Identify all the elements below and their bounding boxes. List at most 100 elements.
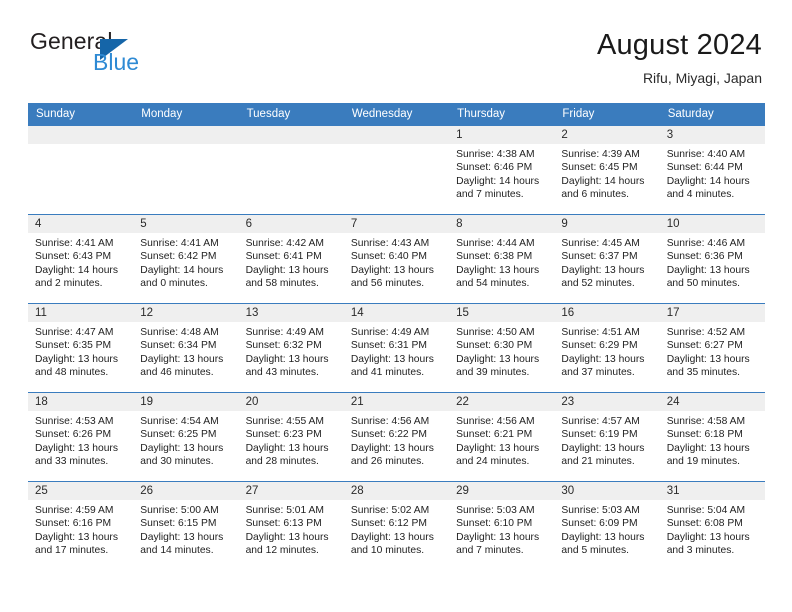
calendar-day-cell[interactable]: 3 Sunrise: 4:40 AM Sunset: 6:44 PM Daylight…	[659, 125, 765, 215]
day-number	[343, 126, 450, 144]
calendar-day-cell[interactable]: 14 Sunrise: 4:49 AM Sunset: 6:31 PM Dayligh…	[343, 303, 450, 393]
day-number: 16	[554, 304, 660, 322]
day-number: 23	[554, 393, 660, 411]
general-blue-logo[interactable]: General Blue	[30, 28, 210, 84]
day-detail-daylight-2: and 2 minutes.	[35, 278, 103, 290]
calendar-day-cell[interactable]: 20 Sunrise: 4:55 AM Sunset: 6:23 PM Dayligh…	[238, 392, 344, 482]
calendar-day-cell[interactable]: 29 Sunrise: 5:03 AM Sunset: 6:10 PM Dayligh…	[449, 481, 555, 571]
day-detail-daylight-1: Daylight: 13 hours	[666, 353, 750, 365]
calendar-day-cell[interactable]: 15 Sunrise: 4:50 AM Sunset: 6:30 PM Dayligh…	[449, 303, 555, 393]
day-details: Sunrise: 5:01 AM Sunset: 6:13 PM Daylight:…	[239, 500, 344, 558]
calendar-day-cell[interactable]: 5 Sunrise: 4:41 AM Sunset: 6:42 PM Daylight…	[133, 214, 239, 304]
day-detail-sunset: Sunset: 6:23 PM	[245, 429, 322, 441]
weekday-header-tuesday: Tuesday	[238, 103, 344, 126]
day-detail-sunset: Sunset: 6:40 PM	[350, 251, 427, 263]
day-detail-sunset: Sunset: 6:34 PM	[140, 340, 217, 352]
calendar-day-cell[interactable]: 8 Sunrise: 4:44 AM Sunset: 6:38 PM Daylight…	[449, 214, 555, 304]
day-detail-daylight-1: Daylight: 13 hours	[666, 264, 750, 276]
day-details: Sunrise: 4:58 AM Sunset: 6:18 PM Daylight:…	[660, 411, 765, 469]
day-detail-daylight-2: and 10 minutes.	[350, 545, 425, 557]
calendar-day-cell[interactable]: 25 Sunrise: 4:59 AM Sunset: 6:16 PM Dayligh…	[28, 481, 134, 571]
calendar-day-cell[interactable]: 10 Sunrise: 4:46 AM Sunset: 6:36 PM Dayligh…	[659, 214, 765, 304]
calendar-day-cell[interactable]: 17 Sunrise: 4:52 AM Sunset: 6:27 PM Dayligh…	[659, 303, 765, 393]
calendar-day-cell[interactable]: 2 Sunrise: 4:39 AM Sunset: 6:45 PM Daylight…	[554, 125, 660, 215]
calendar-week-row: 18 Sunrise: 4:53 AM Sunset: 6:26 PM Dayligh…	[28, 392, 765, 482]
day-detail-sunrise: Sunrise: 5:04 AM	[666, 505, 746, 516]
day-detail-daylight-1: Daylight: 13 hours	[456, 442, 540, 454]
day-detail-daylight-1: Daylight: 14 hours	[35, 264, 118, 276]
day-detail-daylight-2: and 12 minutes.	[245, 545, 319, 557]
day-details: Sunrise: 4:47 AM Sunset: 6:35 PM Daylight:…	[28, 322, 133, 380]
day-detail-sunrise: Sunrise: 4:59 AM	[35, 505, 114, 516]
day-detail-sunrise: Sunrise: 4:49 AM	[245, 327, 324, 338]
calendar-day-cell[interactable]: 12 Sunrise: 4:48 AM Sunset: 6:34 PM Dayligh…	[133, 303, 239, 393]
day-number: 22	[449, 393, 555, 411]
day-details: Sunrise: 5:00 AM Sunset: 6:15 PM Daylight:…	[133, 500, 238, 558]
calendar-day-cell[interactable]: 1 Sunrise: 4:38 AM Sunset: 6:46 PM Daylight…	[449, 125, 555, 215]
day-detail-sunrise: Sunrise: 4:49 AM	[350, 327, 430, 338]
day-detail-daylight-1: Daylight: 13 hours	[245, 442, 329, 454]
calendar-day-cell[interactable]: 27 Sunrise: 5:01 AM Sunset: 6:13 PM Dayligh…	[238, 481, 344, 571]
day-details: Sunrise: 4:42 AM Sunset: 6:41 PM Daylight:…	[239, 233, 344, 291]
day-detail-sunset: Sunset: 6:45 PM	[561, 162, 638, 174]
day-detail-daylight-2: and 39 minutes.	[456, 367, 530, 379]
calendar-grid: Sunday Monday Tuesday Wednesday Thursday Frid…	[28, 103, 765, 571]
day-number: 29	[449, 482, 555, 500]
calendar-day-cell[interactable]: 9 Sunrise: 4:45 AM Sunset: 6:37 PM Daylight…	[554, 214, 660, 304]
calendar-day-cell[interactable]: 4 Sunrise: 4:41 AM Sunset: 6:43 PM Daylight…	[28, 214, 134, 304]
day-detail-sunset: Sunset: 6:36 PM	[666, 251, 743, 263]
page-subtitle: Rifu, Miyagi, Japan	[642, 70, 762, 86]
day-detail-sunrise: Sunrise: 5:02 AM	[350, 505, 430, 516]
day-number: 24	[659, 393, 765, 411]
day-number: 2	[554, 126, 660, 144]
calendar-day-cell[interactable]: 28 Sunrise: 5:02 AM Sunset: 6:12 PM Dayligh…	[343, 481, 450, 571]
day-detail-sunrise: Sunrise: 4:41 AM	[140, 238, 219, 249]
day-detail-daylight-2: and 41 minutes.	[350, 367, 425, 379]
day-details: Sunrise: 4:49 AM Sunset: 6:32 PM Daylight:…	[239, 322, 344, 380]
day-detail-daylight-2: and 28 minutes.	[245, 456, 319, 468]
day-detail-sunrise: Sunrise: 4:46 AM	[666, 238, 746, 249]
calendar-week-row: 1 Sunrise: 4:38 AM Sunset: 6:46 PM Daylight…	[28, 125, 765, 215]
day-details: Sunrise: 4:54 AM Sunset: 6:25 PM Daylight:…	[133, 411, 238, 469]
day-detail-sunrise: Sunrise: 4:39 AM	[561, 149, 640, 160]
day-detail-daylight-2: and 30 minutes.	[140, 456, 214, 468]
calendar-page: General Blue August 2024 Rifu, Miyagi, J…	[0, 0, 792, 612]
calendar-day-cell[interactable]: 11 Sunrise: 4:47 AM Sunset: 6:35 PM Dayligh…	[28, 303, 134, 393]
calendar-day-cell[interactable]: 13 Sunrise: 4:49 AM Sunset: 6:32 PM Dayligh…	[238, 303, 344, 393]
calendar-day-cell[interactable]: 30 Sunrise: 5:03 AM Sunset: 6:09 PM Dayligh…	[554, 481, 660, 571]
day-detail-sunrise: Sunrise: 4:47 AM	[35, 327, 114, 338]
calendar-day-cell[interactable]: 26 Sunrise: 5:00 AM Sunset: 6:15 PM Dayligh…	[133, 481, 239, 571]
day-detail-daylight-1: Daylight: 13 hours	[666, 442, 750, 454]
day-detail-daylight-2: and 37 minutes.	[561, 367, 635, 379]
day-detail-daylight-1: Daylight: 13 hours	[456, 531, 540, 543]
day-number: 14	[343, 304, 450, 322]
day-number: 11	[28, 304, 134, 322]
calendar-day-cell[interactable]: 19 Sunrise: 4:54 AM Sunset: 6:25 PM Dayligh…	[133, 392, 239, 482]
calendar-body: 1 Sunrise: 4:38 AM Sunset: 6:46 PM Daylight…	[28, 125, 765, 571]
day-detail-sunrise: Sunrise: 4:57 AM	[561, 416, 640, 427]
day-detail-daylight-1: Daylight: 13 hours	[350, 442, 434, 454]
day-detail-daylight-1: Daylight: 13 hours	[140, 531, 224, 543]
day-detail-daylight-1: Daylight: 14 hours	[456, 175, 540, 187]
day-detail-sunset: Sunset: 6:09 PM	[561, 518, 638, 530]
day-detail-sunrise: Sunrise: 4:56 AM	[350, 416, 430, 427]
calendar-day-cell[interactable]: 24 Sunrise: 4:58 AM Sunset: 6:18 PM Dayligh…	[659, 392, 765, 482]
day-detail-sunset: Sunset: 6:10 PM	[456, 518, 533, 530]
day-details: Sunrise: 4:55 AM Sunset: 6:23 PM Daylight:…	[239, 411, 344, 469]
calendar-day-cell[interactable]: 21 Sunrise: 4:56 AM Sunset: 6:22 PM Dayligh…	[343, 392, 450, 482]
day-detail-sunrise: Sunrise: 4:54 AM	[140, 416, 219, 427]
calendar-day-cell[interactable]: 23 Sunrise: 4:57 AM Sunset: 6:19 PM Dayligh…	[554, 392, 660, 482]
calendar-day-cell[interactable]: 18 Sunrise: 4:53 AM Sunset: 6:26 PM Dayligh…	[28, 392, 134, 482]
calendar-day-cell[interactable]: 7 Sunrise: 4:43 AM Sunset: 6:40 PM Daylight…	[343, 214, 450, 304]
calendar-day-cell[interactable]: 16 Sunrise: 4:51 AM Sunset: 6:29 PM Dayligh…	[554, 303, 660, 393]
day-detail-daylight-2: and 19 minutes.	[666, 456, 740, 468]
calendar-day-cell[interactable]: 6 Sunrise: 4:42 AM Sunset: 6:41 PM Daylight…	[238, 214, 344, 304]
calendar-header-row: Sunday Monday Tuesday Wednesday Thursday Frid…	[28, 103, 765, 126]
day-detail-sunrise: Sunrise: 4:52 AM	[666, 327, 746, 338]
day-detail-daylight-2: and 54 minutes.	[456, 278, 530, 290]
day-details: Sunrise: 5:04 AM Sunset: 6:08 PM Daylight:…	[660, 500, 765, 558]
calendar-day-cell[interactable]: 31 Sunrise: 5:04 AM Sunset: 6:08 PM Dayligh…	[659, 481, 765, 571]
day-details: Sunrise: 4:45 AM Sunset: 6:37 PM Daylight:…	[554, 233, 659, 291]
calendar-day-cell[interactable]: 22 Sunrise: 4:56 AM Sunset: 6:21 PM Dayligh…	[449, 392, 555, 482]
day-detail-daylight-2: and 58 minutes.	[245, 278, 319, 290]
